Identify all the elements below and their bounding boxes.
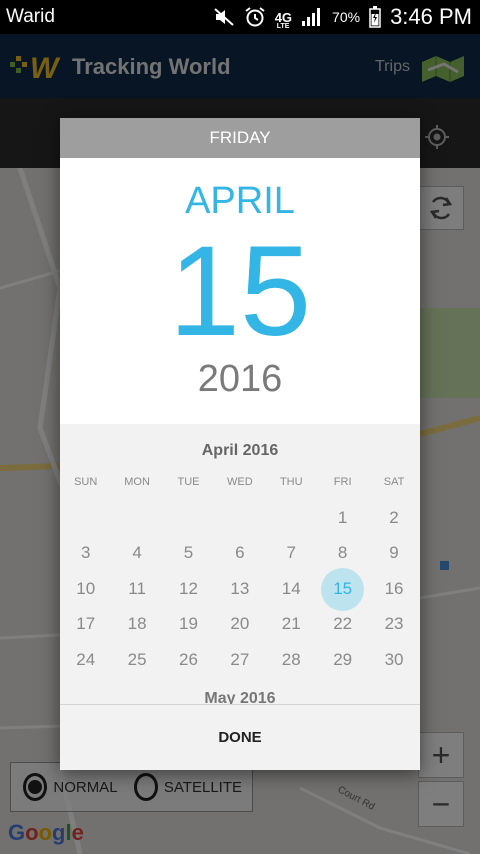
calendar-day[interactable]: 9 bbox=[368, 543, 419, 563]
calendar-day[interactable]: 26 bbox=[163, 650, 214, 670]
calendar-day[interactable]: 23 bbox=[368, 614, 419, 634]
calendar-week-row: 24 25 26 27 28 29 30 bbox=[60, 642, 420, 678]
calendar-day[interactable]: 14 bbox=[266, 579, 317, 599]
selected-date-display: APRIL 15 2016 bbox=[60, 158, 420, 424]
weekday-label: TUE bbox=[177, 476, 200, 488]
mute-icon bbox=[214, 8, 234, 26]
calendar-day[interactable]: 12 bbox=[163, 579, 214, 599]
calendar-day[interactable]: 16 bbox=[368, 579, 419, 599]
selected-year[interactable]: 2016 bbox=[60, 358, 420, 401]
weekday-label: FRI bbox=[333, 476, 352, 488]
calendar-day[interactable]: 5 bbox=[163, 543, 214, 563]
calendar-week-row: 10 11 12 13 14 15 16 bbox=[60, 567, 420, 611]
carrier-name: Warid bbox=[6, 6, 55, 27]
calendar-day[interactable]: 29 bbox=[317, 650, 368, 670]
calendar-day[interactable]: 28 bbox=[266, 650, 317, 670]
calendar-day[interactable]: 13 bbox=[214, 579, 265, 599]
calendar-day[interactable]: 10 bbox=[60, 579, 111, 599]
weekday-label: MON bbox=[124, 476, 150, 488]
calendar-day[interactable]: 20 bbox=[214, 614, 265, 634]
calendar-day[interactable]: 17 bbox=[60, 614, 111, 634]
status-bar: Warid 4G LTE 70% 3:46 PM bbox=[0, 0, 480, 34]
status-icons: 4G LTE 70% 3:46 PM bbox=[213, 4, 472, 30]
calendar-week-row: 17 18 19 20 21 22 23 bbox=[60, 607, 420, 643]
calendar-day[interactable]: 4 bbox=[111, 543, 162, 563]
calendar-day[interactable]: 18 bbox=[111, 614, 162, 634]
weekday-label: WED bbox=[227, 476, 253, 488]
day-of-week-header: FRIDAY bbox=[60, 118, 420, 158]
calendar-day-selected[interactable]: 15 bbox=[317, 567, 368, 611]
selected-month[interactable]: APRIL bbox=[60, 180, 420, 223]
calendar-month-view[interactable]: April 2016 SUN MON TUE WED THU FRI SAT 1… bbox=[60, 424, 420, 707]
clock: 3:46 PM bbox=[390, 4, 472, 29]
done-button[interactable]: DONE bbox=[60, 705, 420, 770]
calendar-grid: 1 2 3 4 5 6 7 8 9 10 11 12 13 14 15 16 17 18 19 20 21 22 23 24 2… bbox=[60, 500, 420, 678]
weekday-label: THU bbox=[279, 476, 303, 488]
calendar-day[interactable]: 7 bbox=[266, 543, 317, 563]
calendar-day[interactable]: 22 bbox=[317, 614, 368, 634]
calendar-day[interactable]: 2 bbox=[368, 508, 419, 528]
calendar-day[interactable]: 24 bbox=[60, 650, 111, 670]
signal-icon bbox=[302, 8, 321, 26]
calendar-day[interactable]: 30 bbox=[368, 650, 419, 670]
battery-icon bbox=[369, 6, 381, 28]
calendar-day[interactable]: 6 bbox=[214, 543, 265, 563]
calendar-day[interactable]: 21 bbox=[266, 614, 317, 634]
calendar-day[interactable]: 25 bbox=[111, 650, 162, 670]
calendar-day[interactable]: 1 bbox=[317, 508, 368, 528]
weekday-label: SAT bbox=[383, 476, 405, 488]
weekday-label: SUN bbox=[74, 476, 98, 488]
calendar-month-title: April 2016 bbox=[201, 442, 279, 459]
weekday-header: SUN MON TUE WED THU FRI SAT bbox=[60, 476, 420, 488]
calendar-week-row: 12 bbox=[60, 500, 420, 536]
network-type: 4G LTE bbox=[274, 9, 293, 30]
battery-percent: 70% bbox=[332, 9, 361, 25]
selected-day[interactable]: 15 bbox=[60, 228, 420, 356]
date-picker-dialog: FRIDAY APRIL 15 2016 April 2016 SUN MON … bbox=[60, 118, 420, 770]
calendar-day[interactable]: 3 bbox=[60, 543, 111, 563]
dialog-footer: DONE bbox=[60, 704, 420, 770]
calendar-day[interactable]: 19 bbox=[163, 614, 214, 634]
calendar-week-row: 3456789 bbox=[60, 536, 420, 572]
calendar-day[interactable]: 8 bbox=[317, 543, 368, 563]
calendar-day[interactable]: 11 bbox=[111, 579, 162, 599]
calendar-day[interactable]: 27 bbox=[214, 650, 265, 670]
alarm-icon bbox=[245, 7, 265, 27]
